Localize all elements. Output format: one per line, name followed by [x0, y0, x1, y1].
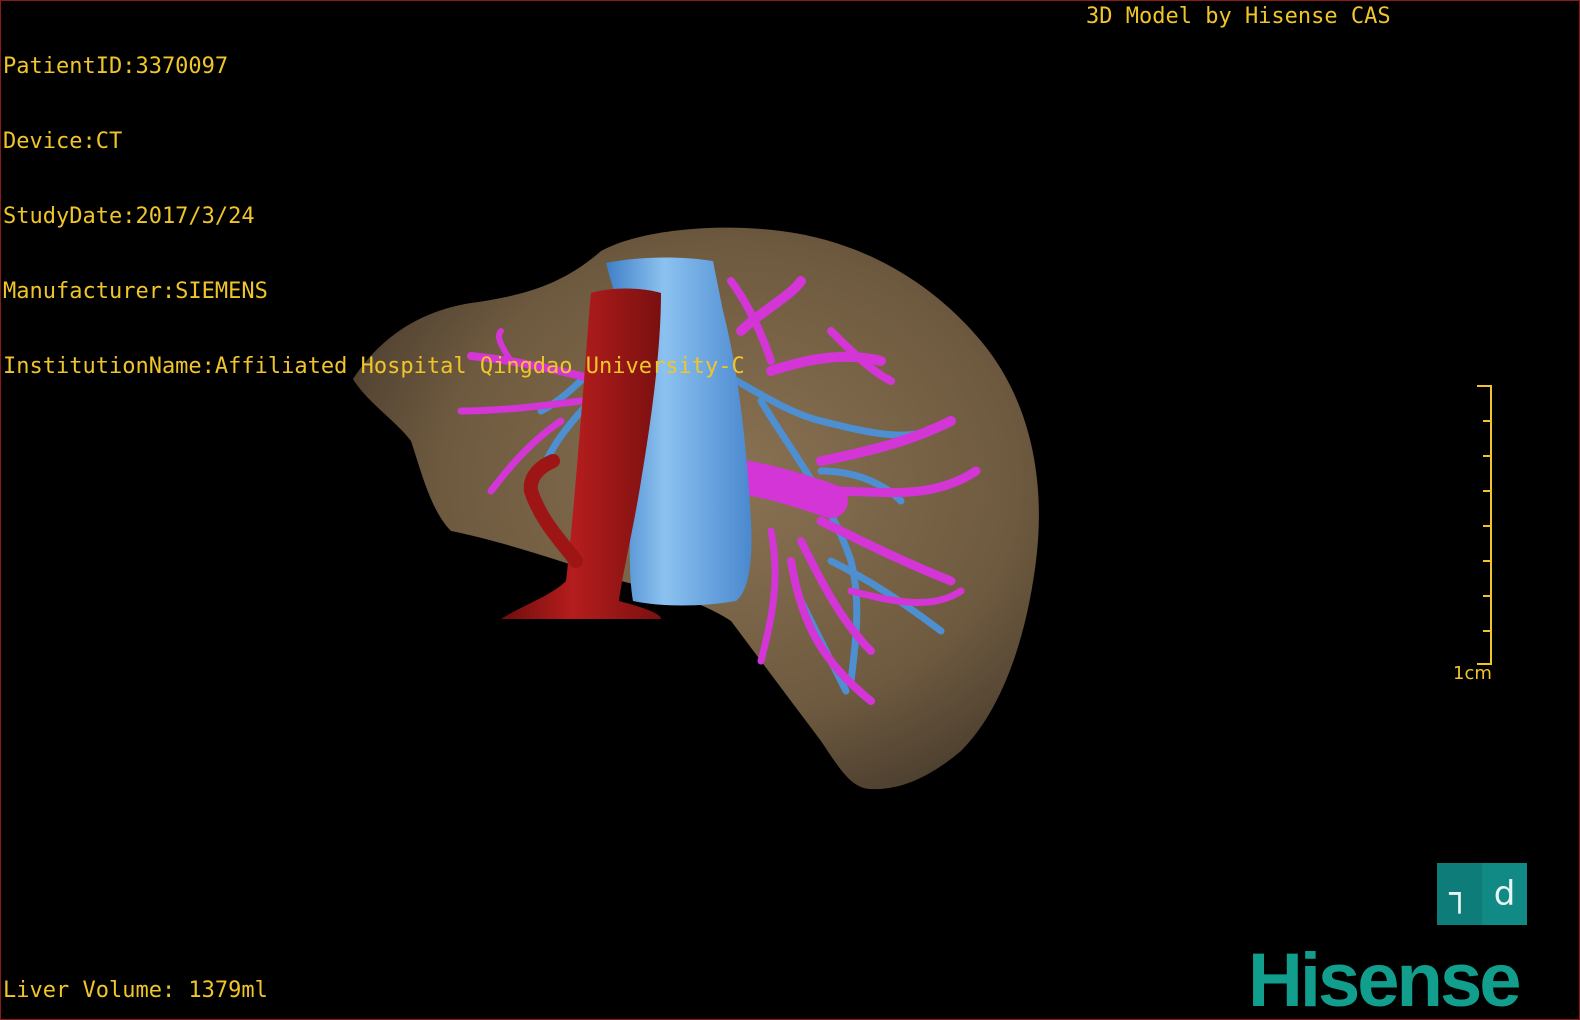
3d-viewport[interactable]: PatientID:3370097 Device:CT StudyDate:20…	[0, 0, 1580, 1020]
orientation-face-left[interactable]: ┐	[1437, 863, 1482, 925]
liver-volume-text: Liver Volume: 1379ml	[3, 978, 268, 1003]
model-credit-text: 3D Model by Hisense CAS	[1086, 4, 1391, 29]
patient-info-overlay: PatientID:3370097 Device:CT StudyDate:20…	[3, 4, 745, 429]
institution-text: InstitutionName:Affiliated Hospital Qing…	[3, 354, 745, 379]
device-text: Device:CT	[3, 129, 123, 154]
orientation-cube[interactable]: ┐ d	[1437, 863, 1527, 925]
manufacturer-text: Manufacturer:SIEMENS	[3, 279, 268, 304]
orientation-face-right[interactable]: d	[1482, 863, 1527, 925]
scale-bar	[1477, 385, 1492, 665]
hisense-logo: Hisense	[1248, 938, 1521, 1020]
study-date-text: StudyDate:2017/3/24	[3, 204, 255, 229]
patient-id-text: PatientID:3370097	[3, 54, 229, 79]
scale-bar-label: 1cm	[1453, 663, 1492, 684]
